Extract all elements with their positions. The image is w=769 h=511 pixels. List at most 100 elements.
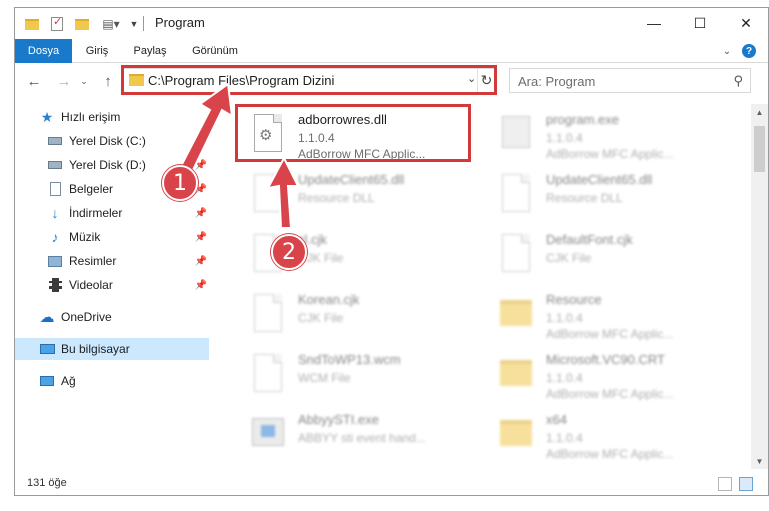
chevron-down-icon[interactable]: ⌄ xyxy=(467,72,476,85)
dll-file-icon xyxy=(498,172,534,216)
file-list: ⚙ adborrowres.dll 1.1.0.4 AdBorrow MFC A… xyxy=(220,104,747,469)
search-box[interactable]: Ara: Program ⚲ xyxy=(509,68,751,93)
recent-locations-chevron-icon[interactable]: ⌄ xyxy=(77,70,91,92)
file-tile-sndtowp13[interactable]: SndToWP13.wcm WCM File xyxy=(235,348,475,404)
picture-icon xyxy=(47,253,63,269)
nav-item-label: Bu bilgisayar xyxy=(61,342,130,356)
file-tile-vc90-crt[interactable]: Microsoft.VC90.CRT 1.1.0.4 AdBorrow MFC … xyxy=(483,348,723,404)
film-icon xyxy=(47,277,63,293)
file-name: x64 xyxy=(546,412,567,427)
search-input[interactable]: Ara: Program xyxy=(518,74,595,89)
nav-item-label: OneDrive xyxy=(61,310,112,324)
star-icon: ★ xyxy=(40,108,54,125)
close-button[interactable]: ✕ xyxy=(723,8,768,38)
details-view-icon[interactable] xyxy=(718,477,732,491)
cloud-icon: ☁ xyxy=(39,309,55,326)
dll-file-icon: ⚙ xyxy=(250,112,286,156)
item-count: 131 öğe xyxy=(27,477,67,489)
file-name: UpdateClient65.dll xyxy=(298,172,405,187)
file-tile-updateclient65[interactable]: UpdateClient65.dll Resource DLL xyxy=(235,168,475,224)
nav-item-pictures[interactable]: Resimler 📌 xyxy=(15,250,209,272)
file-type: WCM File xyxy=(298,371,351,385)
file-tile-resource[interactable]: Resource 1.1.0.4 AdBorrow MFC Applic... xyxy=(483,288,723,344)
explorer-window: ✓ ▤▾ ▼ Program — ☐ ✕ Dosya Giriş Paylaş … xyxy=(14,7,769,496)
maximize-button[interactable]: ☐ xyxy=(677,8,723,38)
pin-icon: 📌 xyxy=(194,159,207,171)
window-title: Program xyxy=(155,15,205,30)
file-icon xyxy=(250,292,286,336)
scroll-up-icon[interactable]: ▲ xyxy=(751,104,768,120)
file-name: UpdateClient65.dll xyxy=(546,172,653,187)
network-icon xyxy=(39,373,55,389)
nav-item-downloads[interactable]: ↓ İndirmeler 📌 xyxy=(15,202,209,224)
nav-item-this-pc[interactable]: Bu bilgisayar xyxy=(15,338,209,360)
ribbon-tabs: Dosya Giriş Paylaş Görünüm ⌄ ? xyxy=(15,39,768,63)
folder-icon xyxy=(498,352,534,396)
tiles-view-icon[interactable] xyxy=(739,477,753,491)
step-badge-2: 2 xyxy=(271,234,307,270)
file-type: Resource DLL xyxy=(298,191,375,205)
tab-gorunum[interactable]: Görünüm xyxy=(185,39,245,63)
hard-drive-icon xyxy=(47,157,63,173)
nav-item-network[interactable]: Ağ xyxy=(15,370,209,392)
exe-file-icon xyxy=(498,112,534,156)
help-icon[interactable]: ? xyxy=(742,44,756,58)
file-name: program.exe xyxy=(546,112,619,127)
title-divider xyxy=(143,16,144,31)
nav-item-local-disk-c[interactable]: Yerel Disk (C:) 📌 xyxy=(15,130,209,152)
file-tile-abbyysti[interactable]: AbbyySTI.exe ABBYY sti event hand... xyxy=(235,408,475,464)
up-arrow-icon[interactable]: ↑ xyxy=(97,70,119,92)
back-arrow-icon[interactable]: ← xyxy=(23,70,45,92)
refresh-icon[interactable]: ↻ xyxy=(477,69,495,92)
pin-icon: 📌 xyxy=(194,279,207,291)
nav-item-onedrive[interactable]: ☁ OneDrive xyxy=(15,306,209,328)
nav-item-music[interactable]: ♪ Müzik 📌 xyxy=(15,226,209,248)
address-bar[interactable]: C:\Program Files\Program Dizini ⌄ xyxy=(123,68,495,93)
file-version: 1.1.0.4 xyxy=(298,131,335,145)
tab-giris[interactable]: Giriş xyxy=(77,39,117,63)
search-icon[interactable]: ⚲ xyxy=(733,73,743,89)
file-description: AdBorrow MFC Applic... xyxy=(546,447,674,461)
tab-dosya[interactable]: Dosya xyxy=(15,39,72,63)
scroll-down-icon[interactable]: ▼ xyxy=(751,453,768,469)
tab-paylas[interactable]: Paylaş xyxy=(127,39,173,63)
title-bar: ✓ ▤▾ ▼ Program — ☐ ✕ xyxy=(15,8,768,39)
properties-icon[interactable]: ✓ xyxy=(48,15,66,33)
file-description: AdBorrow MFC Applic... xyxy=(546,387,674,401)
file-name: AbbyySTI.exe xyxy=(298,412,379,427)
nav-item-label: İndirmeler xyxy=(69,206,123,220)
customize-toolbar-icon[interactable]: ▤▾ xyxy=(97,15,125,33)
file-version: 1.1.0.4 xyxy=(546,131,583,145)
nav-item-label: Resimler xyxy=(69,254,117,268)
hard-drive-icon xyxy=(47,133,63,149)
file-description: AdBorrow MFC Applic... xyxy=(546,327,674,341)
pin-icon: 📌 xyxy=(194,207,207,219)
folder-icon xyxy=(23,15,41,33)
scroll-thumb[interactable] xyxy=(754,126,765,172)
nav-item-videos[interactable]: Videolar 📌 xyxy=(15,274,209,296)
file-name: Microsoft.VC90.CRT xyxy=(546,352,665,367)
address-path[interactable]: C:\Program Files\Program Dizini xyxy=(148,73,334,88)
nav-item-quick-access[interactable]: ★ Hızlı erişim xyxy=(15,106,209,128)
folder-icon xyxy=(129,74,144,86)
file-tile-program-exe[interactable]: program.exe 1.1.0.4 AdBorrow MFC Applic.… xyxy=(483,108,723,164)
minimize-button[interactable]: — xyxy=(631,8,677,38)
file-name: Resource xyxy=(546,292,602,307)
document-icon xyxy=(47,181,63,197)
folder-icon xyxy=(498,292,534,336)
file-tile-updateclient65-b[interactable]: UpdateClient65.dll Resource DLL xyxy=(483,168,723,224)
chevron-down-icon[interactable]: ▼ xyxy=(127,15,141,33)
folder-icon xyxy=(498,412,534,456)
file-tile-x64[interactable]: x64 1.1.0.4 AdBorrow MFC Applic... xyxy=(483,408,723,464)
file-tile-korean-cjk[interactable]: Korean.cjk CJK File xyxy=(235,288,475,344)
file-tile-defaultfont[interactable]: DefaultFont.cjk CJK File xyxy=(483,228,723,284)
file-tile-adborrowres[interactable]: ⚙ adborrowres.dll 1.1.0.4 AdBorrow MFC A… xyxy=(235,108,475,164)
file-icon xyxy=(250,352,286,396)
file-name: DefaultFont.cjk xyxy=(546,232,633,247)
new-folder-icon[interactable] xyxy=(73,15,91,33)
file-description: ABBYY sti event hand... xyxy=(298,431,426,445)
vertical-scrollbar[interactable]: ▲ ▼ xyxy=(751,104,768,469)
pin-icon: 📌 xyxy=(194,255,207,267)
expand-ribbon-icon[interactable]: ⌄ xyxy=(720,44,734,58)
forward-arrow-icon[interactable]: → xyxy=(53,70,75,92)
